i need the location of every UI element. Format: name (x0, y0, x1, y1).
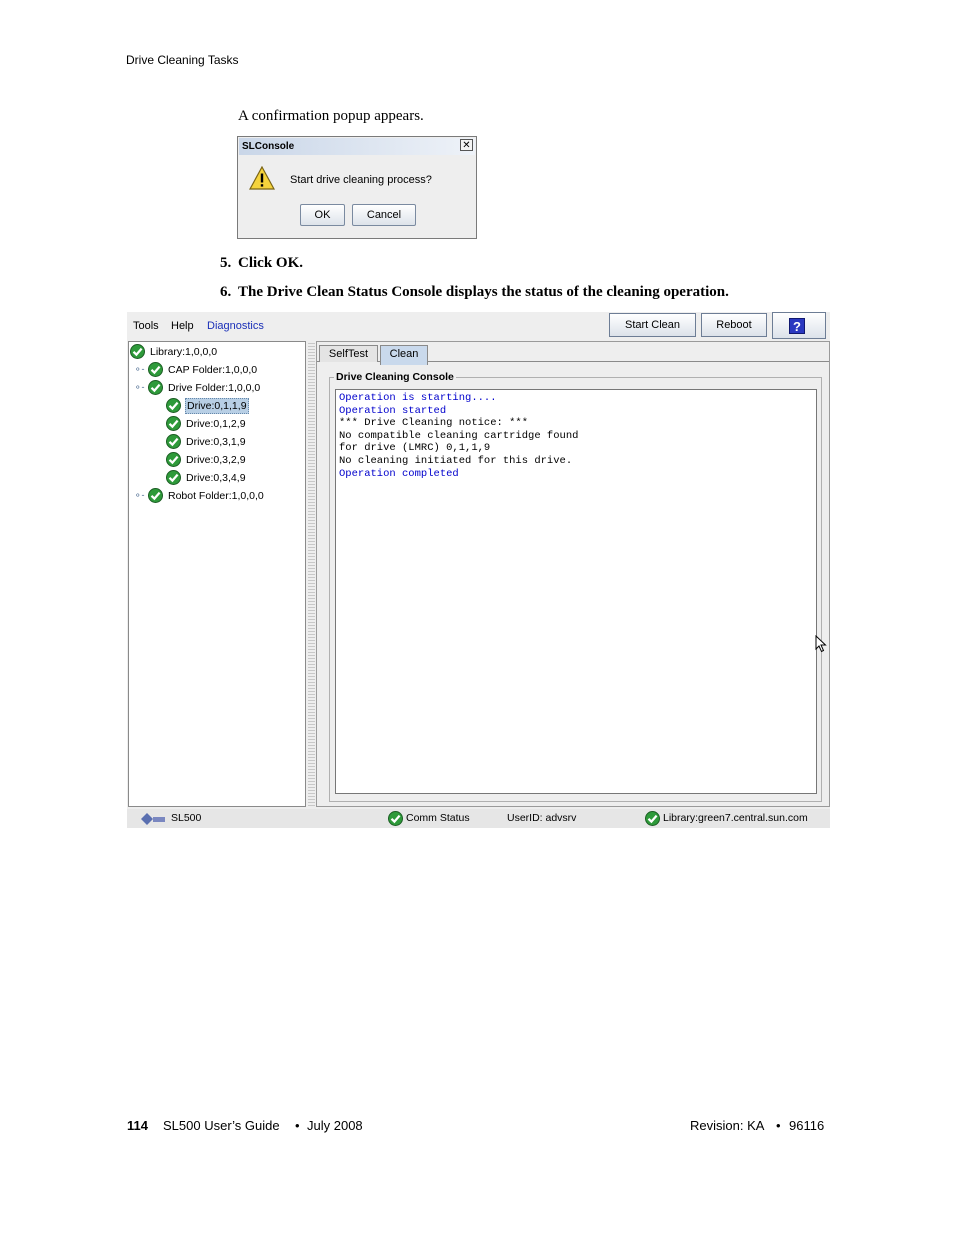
step-number: 6. (220, 284, 232, 300)
footer-revision: Revision: KA (690, 1118, 765, 1133)
tree-item-label: Drive:0,1,2,9 (186, 418, 246, 430)
diagnostics-panel: SelfTest Clean Drive Cleaning Console Op… (316, 341, 830, 807)
menu-bar: Tools Help Diagnostics (127, 312, 277, 340)
console-line: No cleaning initiated for this drive. (339, 454, 573, 467)
console-group: Drive Cleaning Console Operation is star… (329, 371, 822, 802)
library-status-check-icon (645, 811, 660, 826)
footer-doc-number: 96116 (789, 1118, 825, 1133)
menu-tools[interactable]: Tools (133, 320, 159, 332)
tree-toggle-icon[interactable]: ⚬- (134, 361, 145, 377)
step-number: 5. (220, 255, 232, 271)
tree-item-label: Drive:0,3,1,9 (186, 436, 246, 448)
console-line: for drive (LMRC) 0,1,1,9 (339, 442, 491, 455)
status-ok-check-icon (166, 416, 181, 431)
status-ok-check-icon (166, 452, 181, 467)
footer-bullet: • (776, 1118, 781, 1133)
step-5: 5. Click OK. (220, 255, 820, 275)
confirmation-dialog: SLConsole ✕ Start drive cleaning process… (237, 136, 477, 239)
dialog-title: SLConsole (242, 141, 295, 152)
library-host: Library:green7.central.sun.com (663, 812, 808, 824)
status-ok-check-icon (130, 344, 145, 359)
start-clean-button[interactable]: Start Clean (609, 313, 696, 337)
console-line: Operation is starting.... (339, 392, 497, 404)
status-ok-check-icon (166, 398, 181, 413)
tree-toggle-icon[interactable]: ⚬- (134, 487, 145, 503)
cancel-button[interactable]: Cancel (352, 204, 416, 226)
intro-text: A confirmation popup appears. (238, 108, 424, 124)
tree-item-label: Drive:0,3,2,9 (186, 454, 246, 466)
console-line: *** Drive Cleaning notice: *** (339, 417, 529, 430)
help-icon: ? (789, 318, 805, 334)
tree-item-label: CAP Folder:1,0,0,0 (168, 364, 258, 376)
console-line: Operation started (339, 404, 447, 417)
tab-clean[interactable]: Clean (380, 345, 428, 365)
tree-item-label: Drive:0,3,4,9 (186, 472, 246, 484)
ok-button[interactable]: OK (300, 204, 345, 226)
sun-logo-icon (141, 813, 165, 825)
footer-date: July 2008 (307, 1118, 363, 1133)
warning-icon (249, 166, 275, 190)
split-pane-divider[interactable] (308, 341, 315, 807)
status-ok-check-icon (166, 434, 181, 449)
page-number: 114 (127, 1118, 148, 1133)
running-header: Drive Cleaning Tasks (126, 53, 239, 67)
status-bar: SL500 Comm Status UserID: advsrv Library… (127, 809, 830, 828)
comm-status-check-icon (388, 811, 403, 826)
help-button[interactable]: ? (772, 312, 826, 339)
menu-help[interactable]: Help (171, 320, 194, 332)
dialog-titlebar: SLConsole (239, 138, 475, 155)
tree-toggle-icon[interactable]: ⚬- (134, 379, 145, 395)
status-ok-check-icon (166, 470, 181, 485)
product-name: SL500 (171, 812, 202, 824)
console-output: Operation is starting.... Operation start… (335, 389, 817, 794)
step-text: Click OK. (238, 255, 304, 271)
console-title: Drive Cleaning Console (334, 371, 456, 383)
step-6: 6. The Drive Clean Status Console displa… (220, 284, 820, 304)
tree-item-label: Drive:0,1,1,9 (185, 398, 249, 414)
tab-selftest[interactable]: SelfTest (319, 345, 378, 362)
tree-panel: Library:1,0,0,0 CAP Folder:1,0,0,0 ⚬- Drive… (128, 341, 306, 807)
console-line: No compatible cleaning cartridge found (339, 429, 579, 442)
dialog-message: Start drive cleaning process? (290, 174, 432, 186)
status-ok-check-icon (148, 380, 163, 395)
status-ok-check-icon (148, 362, 163, 377)
tree-item-label: Robot Folder:1,0,0,0 (168, 490, 264, 502)
status-ok-check-icon (148, 488, 163, 503)
mouse-cursor-icon (815, 635, 827, 653)
slconsole-window: Tools Help Diagnostics Start Clean Reboo… (127, 312, 830, 828)
tree-item-label: Drive Folder:1,0,0,0 (168, 382, 261, 394)
menu-diagnostics[interactable]: Diagnostics (207, 320, 264, 332)
user-id: UserID: advsrv (507, 812, 577, 824)
tree-item-label: Library:1,0,0,0 (150, 346, 218, 358)
footer-title: SL500 User’s Guide (163, 1118, 280, 1133)
comm-status: Comm Status (406, 812, 470, 824)
footer-bullet: • (295, 1118, 300, 1133)
console-line: Operation completed (339, 467, 459, 480)
step-text: The Drive Clean Status Console displays … (238, 284, 729, 300)
reboot-button[interactable]: Reboot (701, 313, 767, 337)
close-icon[interactable]: ✕ (460, 139, 473, 151)
